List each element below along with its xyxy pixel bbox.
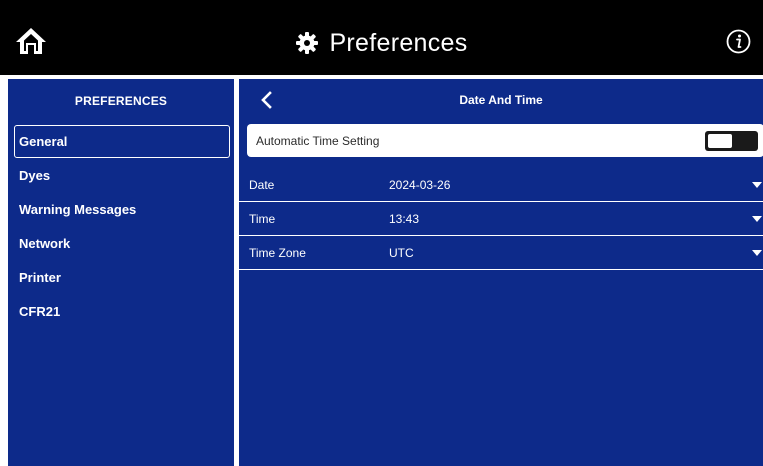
toggle-knob xyxy=(708,134,732,148)
sidebar-item-cfr21[interactable]: CFR21 xyxy=(14,295,230,328)
date-value: 2024-03-26 xyxy=(389,177,451,192)
automatic-time-toggle[interactable] xyxy=(705,131,758,151)
panel-header: Date And Time xyxy=(239,79,763,121)
sidebar-header: PREFERENCES xyxy=(74,94,168,108)
caret-down-icon xyxy=(752,216,762,222)
automatic-time-setting-label: Automatic Time Setting xyxy=(256,133,380,148)
caret-down-icon xyxy=(752,182,762,188)
top-bar: Preferences xyxy=(0,0,763,75)
time-zone-value: UTC xyxy=(389,245,414,260)
time-row[interactable]: Time 13:43 xyxy=(239,202,763,236)
info-button[interactable] xyxy=(726,29,751,54)
preferences-sidebar: PREFERENCES General Dyes Warning Message… xyxy=(7,78,235,466)
sidebar-list: General Dyes Warning Messages Network Pr… xyxy=(8,123,234,328)
date-label: Date xyxy=(249,177,275,192)
info-icon xyxy=(726,29,751,54)
sidebar-item-network[interactable]: Network xyxy=(14,227,230,260)
back-button[interactable] xyxy=(259,91,275,109)
time-label: Time xyxy=(249,211,276,226)
date-row[interactable]: Date 2024-03-26 xyxy=(239,168,763,202)
chevron-left-icon xyxy=(261,91,272,109)
sidebar-item-dyes[interactable]: Dyes xyxy=(14,159,230,192)
caret-down-icon xyxy=(752,250,762,256)
panel-title: Date And Time xyxy=(459,93,543,107)
sidebar-item-printer[interactable]: Printer xyxy=(14,261,230,294)
page-title: Preferences xyxy=(329,28,468,57)
time-zone-row[interactable]: Time Zone UTC xyxy=(239,236,763,270)
time-zone-label: Time Zone xyxy=(249,245,306,260)
title-area: Preferences xyxy=(0,26,763,60)
sidebar-item-general[interactable]: General xyxy=(14,125,230,158)
date-time-panel: Date And Time Automatic Time Setting Dat… xyxy=(238,78,763,466)
automatic-time-setting-row: Automatic Time Setting xyxy=(247,124,763,157)
sidebar-item-warning-messages[interactable]: Warning Messages xyxy=(14,193,230,226)
gear-icon xyxy=(296,32,319,54)
time-value: 13:43 xyxy=(389,211,420,226)
